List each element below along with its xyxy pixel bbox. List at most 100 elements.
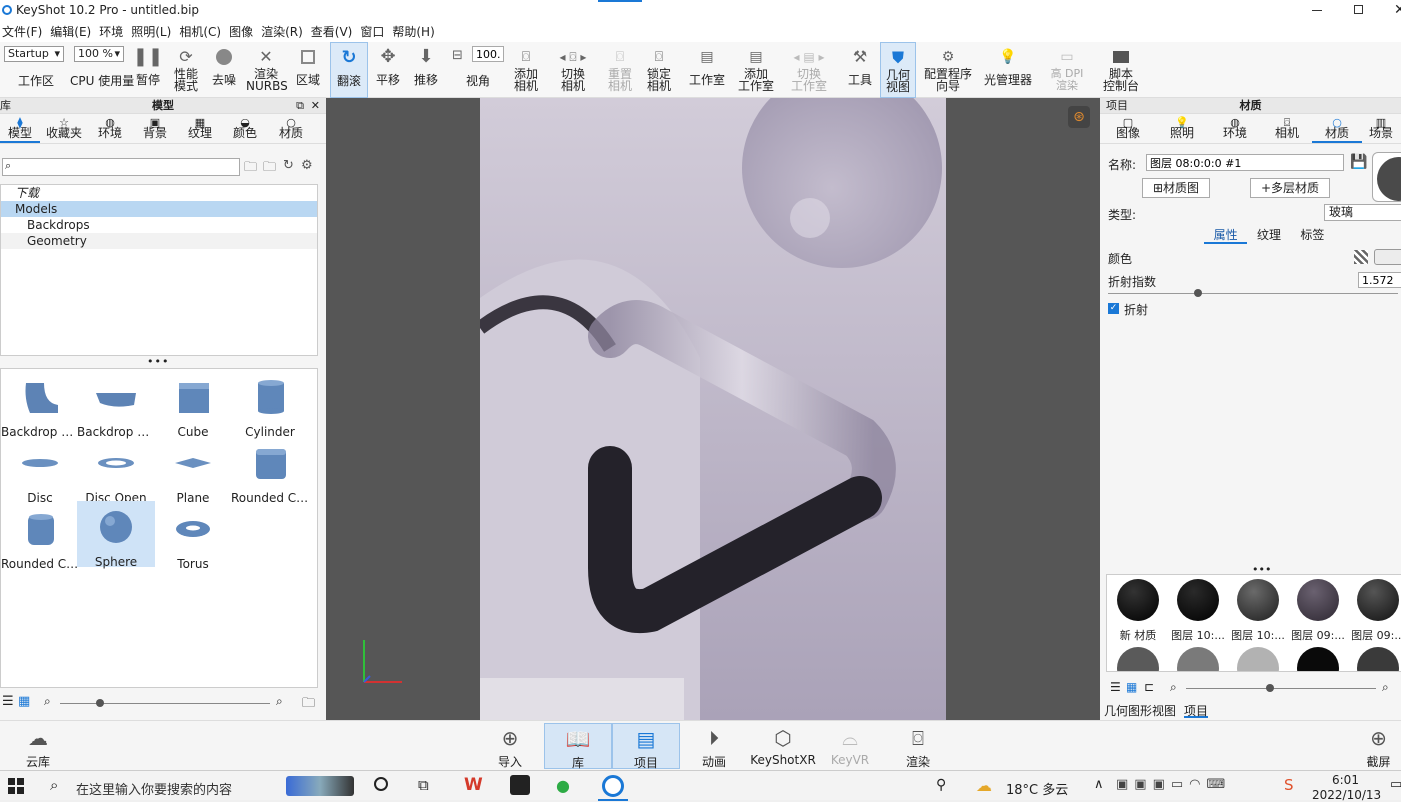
keyshot-app-icon[interactable] [602, 775, 624, 797]
add-studio-button[interactable]: ▤ 添加 工作室 [736, 42, 776, 98]
subtab-properties[interactable]: 属性 [1204, 226, 1248, 244]
weather-text[interactable]: 18°C 多云 [1006, 779, 1068, 798]
keyshotxr-button[interactable]: ⬡ KeyShotXR [748, 723, 818, 769]
cortana-icon[interactable] [374, 777, 388, 791]
tab-backgrounds[interactable]: ▣ 背景 [132, 114, 178, 143]
high-dpi-render-button[interactable]: ▭ 高 DPI 渲染 [1046, 42, 1088, 98]
thumbnail-size-slider[interactable] [60, 699, 270, 707]
windows-start-icon[interactable] [8, 778, 24, 794]
pause-button[interactable]: ❚❚ 暂停 [133, 42, 163, 98]
fov-input[interactable] [472, 46, 504, 62]
keyvr-button[interactable]: ⌓ KeyVR [816, 723, 884, 769]
tray-app-icon[interactable]: S [1284, 776, 1294, 794]
render-viewport[interactable]: ⊛ [326, 98, 1100, 720]
list-view-icon[interactable]: ☰ [2, 694, 14, 709]
wechat-icon[interactable]: ● [556, 776, 570, 795]
close-icon[interactable]: ✕ [311, 98, 320, 114]
cloud-library-button[interactable]: ☁ 云库 [4, 723, 72, 769]
material-ball[interactable] [1237, 647, 1279, 671]
project-button[interactable]: ▤ 项目 [612, 723, 680, 770]
menu-file[interactable]: 文件(F) [2, 22, 42, 42]
render-status-icon[interactable]: ⊛ [1068, 106, 1090, 128]
lock-camera-button[interactable]: ⌼ 锁定 相机 [643, 42, 675, 98]
studio-button[interactable]: ▤ 工作室 [688, 42, 726, 98]
subtab-textures[interactable]: 纹理 [1247, 226, 1290, 244]
tab-materials[interactable]: ○ 材质 [268, 114, 314, 143]
dolly-button[interactable]: ⬇ 推移 [410, 42, 442, 98]
model-thumb[interactable]: Torus [154, 509, 232, 573]
refraction-checkbox[interactable]: ✓ [1108, 303, 1119, 314]
app-icon[interactable] [510, 775, 530, 795]
tree-item-models[interactable]: Models [1, 201, 317, 217]
maximize-icon[interactable] [1354, 5, 1363, 14]
material-thumb[interactable]: 图层 10:... [1229, 579, 1287, 643]
menu-help[interactable]: 帮助(H) [392, 22, 434, 42]
tab-project[interactable]: 项目 [1184, 702, 1209, 718]
tools-button[interactable]: ⚒ 工具 [844, 42, 876, 98]
switch-camera-button[interactable]: ◂ ⌼ ▸ 切换 相机 [552, 42, 594, 98]
material-graph-button[interactable]: ⊞材质图 [1142, 178, 1210, 198]
geometry-view-button[interactable]: ⛊ 几何 视图 [880, 42, 916, 98]
refraction-index-slider[interactable] [1108, 289, 1398, 297]
tab-image[interactable]: ▢ 图像 [1100, 114, 1156, 143]
configurator-wizard-button[interactable]: ⚙ 配置程序 向导 [922, 42, 974, 98]
taskbar-search-input[interactable]: 在这里输入你要搜索的内容 [76, 779, 232, 798]
animation-button[interactable]: ⏵ 动画 [680, 723, 748, 769]
task-view-icon[interactable]: ⧉ [418, 776, 429, 794]
model-thumb[interactable]: Rounded Cu... [231, 443, 309, 507]
tray-icons[interactable]: ▣▣▣▭◠⌨ [1116, 777, 1231, 792]
pan-button[interactable]: ✥ 平移 [372, 42, 404, 98]
render-button[interactable]: ⌼ 渲染 [884, 723, 952, 769]
subtab-labels[interactable]: 标签 [1291, 226, 1334, 244]
model-thumb[interactable]: Disc Open [77, 443, 155, 507]
reset-camera-button[interactable]: ⌼ 重置 相机 [604, 42, 636, 98]
clock-time[interactable]: 6:01 [1332, 773, 1359, 787]
splitter-handle-icon[interactable]: ••• [147, 355, 169, 368]
menu-render[interactable]: 渲染(R) [261, 22, 303, 42]
material-ball[interactable] [1297, 647, 1339, 671]
undock-icon[interactable]: ⧉ [296, 98, 304, 114]
grid-view-icon[interactable]: ▦ [18, 694, 30, 709]
save-icon[interactable]: 💾 [1350, 154, 1367, 170]
menu-camera[interactable]: 相机(C) [179, 22, 221, 42]
workspace-select[interactable]: Startup ▾ [4, 46, 64, 62]
minimize-icon[interactable] [1312, 10, 1322, 11]
model-thumb[interactable]: Cube [154, 377, 232, 441]
denoise-button[interactable]: 去噪 [208, 42, 240, 98]
region-button[interactable]: 区域 [292, 42, 324, 98]
material-ball[interactable] [1357, 647, 1399, 671]
tree-item-backdrops[interactable]: Backdrops [1, 217, 317, 233]
menu-edit[interactable]: 编辑(E) [50, 22, 91, 42]
notification-icon[interactable]: ▭ [1390, 777, 1401, 792]
model-thumb[interactable]: Backdrop R... [1, 377, 79, 441]
material-thumb[interactable]: 图层 09:... [1289, 579, 1347, 643]
model-thumb[interactable]: Backdrop R... [77, 377, 155, 441]
menu-image[interactable]: 图像 [229, 22, 253, 42]
tab-geometry-view[interactable]: 几何图形视图 [1104, 702, 1176, 718]
settings-icon[interactable]: ⚙ [301, 158, 313, 173]
checker-icon[interactable] [1354, 250, 1368, 264]
slider-handle[interactable] [1194, 289, 1202, 297]
type-select[interactable]: 玻璃 [1324, 204, 1401, 221]
model-thumb[interactable]: Cylinder [231, 377, 309, 441]
model-thumb[interactable]: Disc [1, 443, 79, 507]
performance-mode-button[interactable]: ⟳ 性能 模式 [168, 42, 204, 98]
screenshot-button[interactable]: ⊕ 截屏 [1356, 723, 1401, 769]
thumbnail-size-slider[interactable] [1186, 684, 1376, 692]
add-camera-button[interactable]: ⌼ 添加 相机 [510, 42, 542, 98]
material-ball[interactable] [1177, 647, 1219, 671]
import-folder-icon[interactable]: 🗀 [263, 158, 276, 180]
material-thumb[interactable]: 新 材质 [1109, 579, 1167, 643]
tab-favorites[interactable]: ☆ 收藏夹 [40, 114, 88, 143]
tab-camera[interactable]: ⌼ 相机 [1262, 114, 1312, 143]
tab-colors[interactable]: ◒ 颜色 [222, 114, 268, 143]
material-thumb[interactable]: 图层 09:... [1349, 579, 1401, 643]
color-swatch[interactable] [1374, 249, 1401, 265]
menu-view[interactable]: 查看(V) [311, 22, 353, 42]
light-manager-button[interactable]: 💡 光管理器 [984, 42, 1032, 98]
model-thumb[interactable]: Rounded Cy... [1, 509, 79, 573]
material-thumb[interactable]: 图层 10:... [1169, 579, 1227, 643]
tumble-button[interactable]: ↻ 翻滚 [330, 42, 368, 98]
library-button[interactable]: 📖 库 [544, 723, 612, 770]
multi-material-button[interactable]: +多层材质 [1250, 178, 1330, 198]
